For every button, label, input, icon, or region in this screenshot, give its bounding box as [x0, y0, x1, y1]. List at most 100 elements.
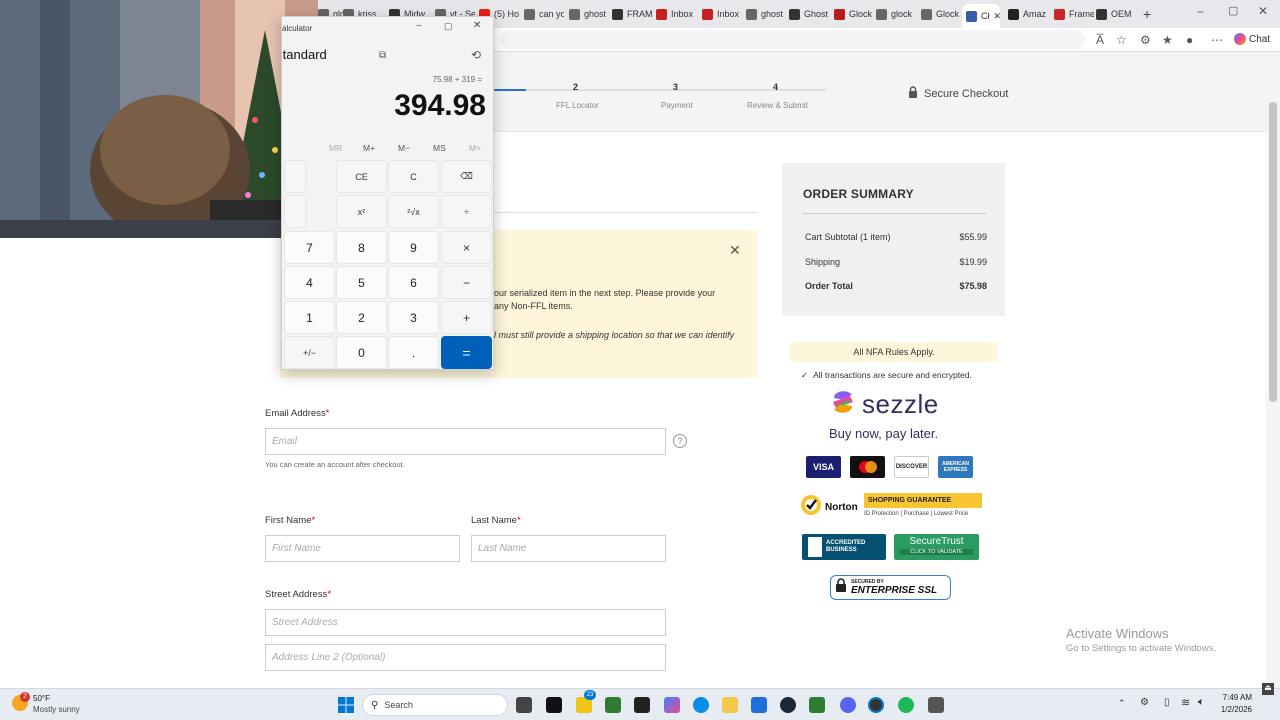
first-name-field[interactable]: First Name [265, 535, 460, 562]
divide-button[interactable]: ÷ [441, 195, 492, 228]
norton-badge[interactable]: Norton [800, 494, 858, 521]
calculator-app-icon[interactable] [928, 697, 944, 713]
negate-button[interactable]: +/− [284, 336, 335, 369]
edge-app-icon[interactable] [693, 697, 709, 713]
clear-entry-button[interactable]: CE [336, 160, 387, 193]
clock-date[interactable]: 1/2/2026 [1210, 705, 1252, 714]
percent-button[interactable] [284, 160, 306, 193]
decimal-button[interactable]: . [388, 336, 439, 369]
multiply-button[interactable]: × [441, 231, 492, 264]
browser-tab[interactable]: can yo [524, 4, 564, 24]
sezzle-logo[interactable]: sezzle [830, 388, 939, 421]
digit-6-button[interactable]: 6 [388, 266, 439, 299]
taskbar-search-box[interactable]: ⚲ Search [362, 694, 508, 716]
favorites-icon[interactable]: ★ [1162, 33, 1173, 47]
browser-tab[interactable]: FRAM [612, 4, 652, 24]
memory-add-button[interactable]: M+ [363, 143, 375, 153]
weather-desc[interactable]: Mostly sunny [33, 705, 80, 714]
browser-tab[interactable]: Inbox [702, 4, 742, 24]
browser-tab[interactable]: ghost [569, 4, 609, 24]
active-app-icon[interactable] [868, 697, 884, 713]
digit-5-button[interactable]: 5 [336, 266, 387, 299]
clear-button[interactable]: C [388, 160, 439, 193]
copilot-chat-button[interactable]: Chat [1234, 33, 1270, 45]
browser-tab[interactable]: Glock [921, 4, 961, 24]
browser-tab[interactable]: Inbox [656, 4, 696, 24]
volume-icon[interactable]: 🔈︎ [1198, 696, 1205, 709]
street-address-field[interactable]: Street Address [265, 609, 666, 636]
spotify-app-icon[interactable] [898, 697, 914, 713]
restore-window-button[interactable]: ▢ [1228, 4, 1238, 17]
digit-7-button[interactable]: 7 [284, 231, 335, 264]
memory-subtract-button[interactable]: M− [398, 143, 410, 153]
copilot-app-icon[interactable] [664, 697, 680, 713]
close-icon[interactable]: ✕ [729, 242, 741, 259]
phone-link-icon[interactable]: ▯ [1164, 697, 1170, 708]
reciprocal-button[interactable] [284, 195, 306, 228]
memory-list-button[interactable]: M˅ [469, 143, 481, 153]
shopping-guarantee-badge[interactable]: SHOPPING GUARANTEE [864, 493, 982, 508]
memory-store-button[interactable]: MS [433, 143, 446, 153]
weather-temp[interactable]: 50°F [33, 694, 50, 703]
digit-2-button[interactable]: 2 [336, 301, 387, 334]
address-line-2-field[interactable]: Address Line 2 (Optional) [265, 644, 666, 671]
history-icon[interactable]: ⟲ [471, 48, 481, 62]
square-root-button[interactable]: ²√x [388, 195, 439, 228]
square-button[interactable]: x² [336, 195, 387, 228]
keep-on-top-icon[interactable]: ⧉ [379, 50, 386, 61]
browser-tab[interactable]: Amaz [1008, 4, 1048, 24]
calc-minimize-button[interactable]: − [416, 21, 422, 32]
browser-tab[interactable]: glock [876, 4, 916, 24]
browser-tab[interactable]: ghost [746, 4, 786, 24]
new-tab-button[interactable]: + [1143, 6, 1151, 22]
favorite-star-icon[interactable]: ☆ [1116, 33, 1127, 47]
browser-tab[interactable]: OEM [1096, 4, 1136, 24]
start-windows-icon[interactable] [338, 697, 354, 718]
notification-icon[interactable]: ⏏ [1262, 683, 1274, 695]
calc-close-button[interactable]: ✕ [473, 20, 481, 31]
securetrust-badge[interactable]: SecureTrust CLICK TO VALIDATE [894, 534, 979, 560]
help-icon[interactable]: ? [673, 434, 687, 448]
calc-maximize-button[interactable]: ▢ [444, 21, 453, 32]
step-3-label[interactable]: Payment [661, 101, 693, 110]
wifi-icon[interactable]: ≋ [1181, 696, 1190, 709]
bbb-accredited-badge[interactable]: ACCREDITED BUSINESS [802, 534, 886, 560]
minimize-window-button[interactable]: − [1197, 5, 1204, 19]
notion-app-icon[interactable] [546, 697, 562, 713]
chevron-up-icon[interactable]: ⌃ [1118, 698, 1126, 709]
browser-tab[interactable]: Frame [1054, 4, 1094, 24]
task-view-icon[interactable] [516, 697, 532, 713]
browser-tab[interactable]: Ghost [789, 4, 829, 24]
memory-recall-button[interactable]: MR [329, 143, 342, 153]
email-field[interactable]: Email [265, 428, 666, 455]
browser-tab[interactable]: Cł ✕ [962, 4, 1000, 28]
file-explorer-icon[interactable] [722, 697, 738, 713]
add-button[interactable]: + [441, 301, 492, 334]
digit-3-button[interactable]: 3 [388, 301, 439, 334]
digit-0-button[interactable]: 0 [336, 336, 387, 369]
more-menu-icon[interactable]: ⋯ [1211, 33, 1223, 47]
digit-1-button[interactable]: 1 [284, 301, 335, 334]
tray-app-icon[interactable]: ⚙ [1140, 697, 1149, 708]
profile-icon[interactable]: ● [1186, 33, 1193, 47]
extensions-icon[interactable]: ⚙ [1140, 33, 1151, 47]
page-scrollbar[interactable] [1266, 52, 1280, 688]
digit-8-button[interactable]: 8 [336, 231, 387, 264]
browser-tab[interactable]: Glock [834, 4, 874, 24]
step-2-label[interactable]: FFL Locator [556, 101, 599, 110]
equals-button[interactable]: = [441, 336, 492, 369]
tab-close-icon[interactable]: ✕ [994, 11, 1001, 22]
discord-app-icon[interactable] [840, 697, 856, 713]
subtract-button[interactable]: − [441, 266, 492, 299]
xbox-app-icon[interactable] [809, 697, 825, 713]
digit-4-button[interactable]: 4 [284, 266, 335, 299]
terminal-app-icon[interactable] [634, 697, 650, 713]
address-field[interactable] [500, 30, 1085, 49]
close-window-button[interactable]: ✕ [1258, 4, 1268, 18]
steam-app-icon[interactable] [780, 697, 796, 713]
enterprise-ssl-badge[interactable]: SECURED BY ENTERPRISE SSL [830, 575, 951, 600]
last-name-field[interactable]: Last Name [471, 535, 666, 562]
scrollbar-thumb[interactable] [1269, 102, 1277, 402]
digit-9-button[interactable]: 9 [388, 231, 439, 264]
outlook-app-icon[interactable] [751, 697, 767, 713]
